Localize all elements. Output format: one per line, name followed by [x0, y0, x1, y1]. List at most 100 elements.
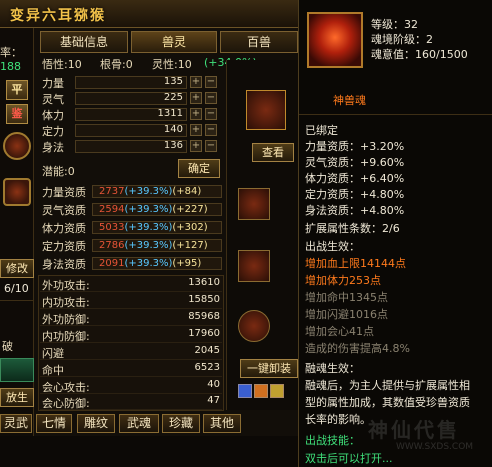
tab-shouling[interactable]: 兽灵: [131, 31, 217, 53]
aptitude-bar: 2737(+39.3%)(+84): [92, 185, 222, 198]
equip-slot-icon[interactable]: [238, 188, 270, 220]
potential-label: 潜能:0: [42, 165, 75, 178]
tooltip-attr: 力量资质：+3.20%: [305, 140, 405, 153]
aptitude-row: 身法资质 2091(+39.3%)(+95): [40, 256, 222, 271]
prop-row: 会心防御: 47: [40, 395, 222, 410]
tooltip-effect-title: 出战生效：: [305, 240, 360, 253]
xiugai-button[interactable]: 修改: [0, 259, 34, 278]
aptitude-add: (+95): [172, 258, 202, 269]
view-button[interactable]: 查看: [252, 143, 294, 162]
aptitude-base: 2737: [99, 186, 125, 197]
prop-label: 外功防御:: [42, 313, 90, 326]
tab-qiqing[interactable]: 七情: [36, 414, 72, 433]
aptitude-label: 定力资质: [42, 240, 86, 253]
plus-button[interactable]: +: [190, 108, 202, 120]
tooltip-attr: 体力资质：+6.40%: [305, 172, 405, 185]
skill-circle-icon[interactable]: [3, 132, 31, 160]
prop-row: 会心攻击: 40: [40, 379, 222, 394]
aptitude-add: (+127): [172, 240, 208, 251]
aptitude-pct: (+39.3%): [124, 186, 173, 197]
aptitude-row: 力量资质 2737(+39.3%)(+84): [40, 184, 222, 199]
prop-row: 内功防御: 17960: [40, 328, 222, 343]
equip-slot-icon[interactable]: [238, 310, 270, 342]
buff-icon[interactable]: [238, 384, 252, 398]
green-bar: [0, 358, 34, 382]
prop-row: 外功防御: 85968: [40, 311, 222, 326]
attr-bar: 225: [75, 92, 187, 105]
plus-button[interactable]: +: [190, 92, 202, 104]
left-frag-green: 188: [0, 60, 21, 73]
tooltip-level: 等级：32: [371, 18, 418, 31]
attr-label: 力量: [42, 77, 64, 90]
aptitude-add: (+84): [172, 186, 202, 197]
beast-soul-slot-icon[interactable]: [246, 90, 286, 130]
tooltip-fuse-text: 长率的影响。: [305, 413, 371, 426]
window-footer: [0, 436, 298, 467]
prop-value: 2045: [194, 345, 220, 356]
left-count: 6/10: [4, 282, 29, 295]
plus-button[interactable]: +: [190, 76, 202, 88]
gengu-label: 根骨:0: [100, 58, 133, 71]
prop-value: 85968: [188, 311, 220, 322]
aptitude-pct: (+39.3%): [124, 204, 173, 215]
prop-label: 会心防御:: [42, 397, 90, 410]
tab-zhencang[interactable]: 珍藏: [162, 414, 200, 433]
prop-row: 内功攻击: 15850: [40, 294, 222, 309]
attr-label: 体力: [42, 109, 64, 122]
prop-value: 13610: [188, 277, 220, 288]
aptitude-label: 体力资质: [42, 222, 86, 235]
aptitude-base: 5033: [99, 222, 125, 233]
pet-avatar[interactable]: [3, 178, 31, 206]
tooltip-attr: 定力资质：+4.80%: [305, 188, 405, 201]
equip-slot-icon[interactable]: [238, 250, 270, 282]
prop-row: 闪避 2045: [40, 345, 222, 360]
attr-value: 1311: [157, 108, 183, 119]
aptitude-pct: (+39.3%): [124, 222, 173, 233]
ping-button[interactable]: 平: [6, 80, 28, 100]
minus-button[interactable]: −: [205, 108, 217, 120]
lingxing-label: 灵性:10: [152, 58, 192, 71]
attr-bar: 140: [75, 124, 187, 137]
minus-button[interactable]: −: [205, 92, 217, 104]
aptitude-bar: 2594(+39.3%)(+227): [92, 203, 222, 216]
attr-row-tili: 体力 1311 + −: [40, 107, 222, 122]
plus-button[interactable]: +: [190, 140, 202, 152]
window-title: 变异六耳猕猴: [10, 8, 106, 24]
aptitude-base: 2786: [99, 240, 125, 251]
tooltip-exp: 魂意值：160/1500: [371, 48, 468, 61]
confirm-button[interactable]: 确定: [178, 159, 220, 178]
tooltip-fuse-title: 融魂生效：: [305, 362, 360, 375]
fangsheng-button[interactable]: 放生: [0, 388, 34, 407]
tab-basic-info[interactable]: 基础信息: [40, 31, 128, 53]
prop-value: 17960: [188, 328, 220, 339]
attr-row-lingqi: 灵气 225 + −: [40, 91, 222, 106]
attr-bar: 135: [75, 76, 187, 89]
minus-button[interactable]: −: [205, 124, 217, 136]
buff-icon[interactable]: [254, 384, 268, 398]
attr-value: 140: [163, 124, 183, 135]
tab-wuhun[interactable]: 武魂: [119, 414, 159, 433]
prop-value: 40: [207, 379, 220, 390]
tab-qita[interactable]: 其他: [203, 414, 241, 433]
prop-row: 外功攻击: 13610: [40, 277, 222, 292]
prop-row: 命中 6523: [40, 362, 222, 377]
tooltip-item-name: 神兽魂: [333, 94, 366, 107]
tab-lingwu[interactable]: 灵武: [0, 414, 32, 433]
minus-button[interactable]: −: [205, 140, 217, 152]
buff-icon[interactable]: [270, 384, 284, 398]
attr-row-shenfa: 身法 136 + −: [40, 139, 222, 154]
plus-button[interactable]: +: [190, 124, 202, 136]
minus-button[interactable]: −: [205, 76, 217, 88]
attr-label: 灵气: [42, 93, 64, 106]
unload-button[interactable]: 一键卸装: [240, 359, 298, 378]
attr-bar: 1311: [75, 108, 187, 121]
jian-button[interactable]: 鉴: [6, 104, 28, 124]
beast-soul-icon: [307, 12, 363, 68]
tab-diaowen[interactable]: 雕纹: [77, 414, 115, 433]
aptitude-base: 2594: [99, 204, 125, 215]
left-frag-rate: 率：: [0, 46, 22, 59]
tooltip-inactive-effect: 增加会心41点: [305, 325, 374, 338]
tooltip-fuse-text: 融魂后，为主人提供与扩展属性相: [305, 379, 470, 392]
tab-baishou[interactable]: 百兽: [220, 31, 298, 53]
aptitude-add: (+302): [172, 222, 208, 233]
